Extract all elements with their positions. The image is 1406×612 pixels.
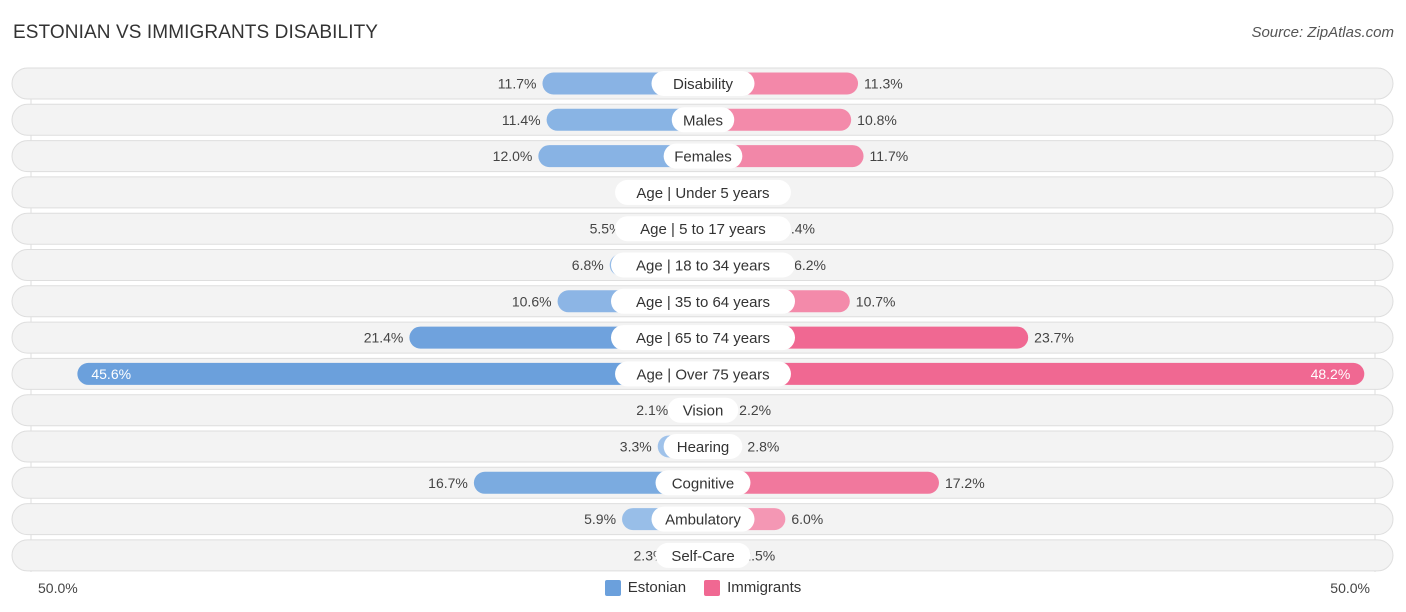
value-label-immigrants: 10.7%	[856, 293, 896, 309]
value-label-immigrants: 6.2%	[794, 257, 826, 273]
value-label-estonian: 11.7%	[498, 76, 537, 92]
category-label: Ambulatory	[665, 512, 741, 529]
legend-item-immigrants[interactable]: Immigrants	[704, 579, 801, 596]
value-label-immigrants: 2.8%	[747, 439, 779, 455]
bar-estonian	[77, 362, 708, 385]
category-label: Self-Care	[671, 548, 734, 565]
value-label-estonian: 11.4%	[502, 112, 541, 128]
value-label-estonian: 12.0%	[493, 148, 533, 164]
bar-immigrants	[699, 362, 1365, 385]
value-label-estonian: 16.7%	[428, 475, 468, 491]
value-label-immigrants: 11.7%	[870, 148, 909, 164]
category-label: Females	[674, 149, 732, 166]
legend-label-immigrants: Immigrants	[727, 579, 802, 596]
value-label-immigrants: 48.2%	[1311, 366, 1351, 382]
category-label: Vision	[683, 403, 724, 420]
category-label: Hearing	[677, 439, 730, 456]
legend-item-estonian[interactable]: Estonian	[604, 579, 687, 596]
category-label: Age | 35 to 64 years	[636, 294, 770, 311]
category-label: Age | Over 75 years	[636, 366, 769, 383]
value-label-estonian: 2.1%	[636, 402, 668, 418]
value-label-estonian: 45.6%	[91, 366, 131, 382]
category-label: Males	[683, 112, 723, 129]
legend-swatch-estonian	[604, 579, 621, 596]
category-label: Age | 5 to 17 years	[640, 221, 766, 238]
value-label-immigrants: 6.0%	[791, 511, 823, 527]
value-label-estonian: 10.6%	[512, 293, 552, 309]
legend-swatch-immigrants	[704, 579, 721, 596]
value-label-estonian: 6.8%	[572, 257, 604, 273]
value-label-immigrants: 10.8%	[857, 112, 897, 128]
value-label-immigrants: 11.3%	[864, 76, 903, 92]
value-label-immigrants: 23.7%	[1034, 330, 1074, 346]
value-label-estonian: 5.9%	[584, 511, 616, 527]
category-label: Cognitive	[672, 475, 735, 492]
value-label-estonian: 3.3%	[620, 439, 652, 455]
category-label: Disability	[673, 76, 734, 93]
legend-label-estonian: Estonian	[627, 579, 687, 596]
category-label: Age | 18 to 34 years	[636, 258, 770, 275]
category-label: Age | Under 5 years	[636, 185, 769, 202]
category-label: Age | 65 to 74 years	[636, 330, 770, 347]
legend: Estonian Immigrants	[0, 579, 1406, 596]
value-label-immigrants: 2.2%	[739, 402, 771, 418]
value-label-estonian: 21.4%	[364, 330, 404, 346]
value-label-immigrants: 17.2%	[945, 475, 985, 491]
diverging-bar-chart: 11.7% 11.3% Disability 11.4% 10.8% Males 12.0%…	[11, 67, 1394, 572]
